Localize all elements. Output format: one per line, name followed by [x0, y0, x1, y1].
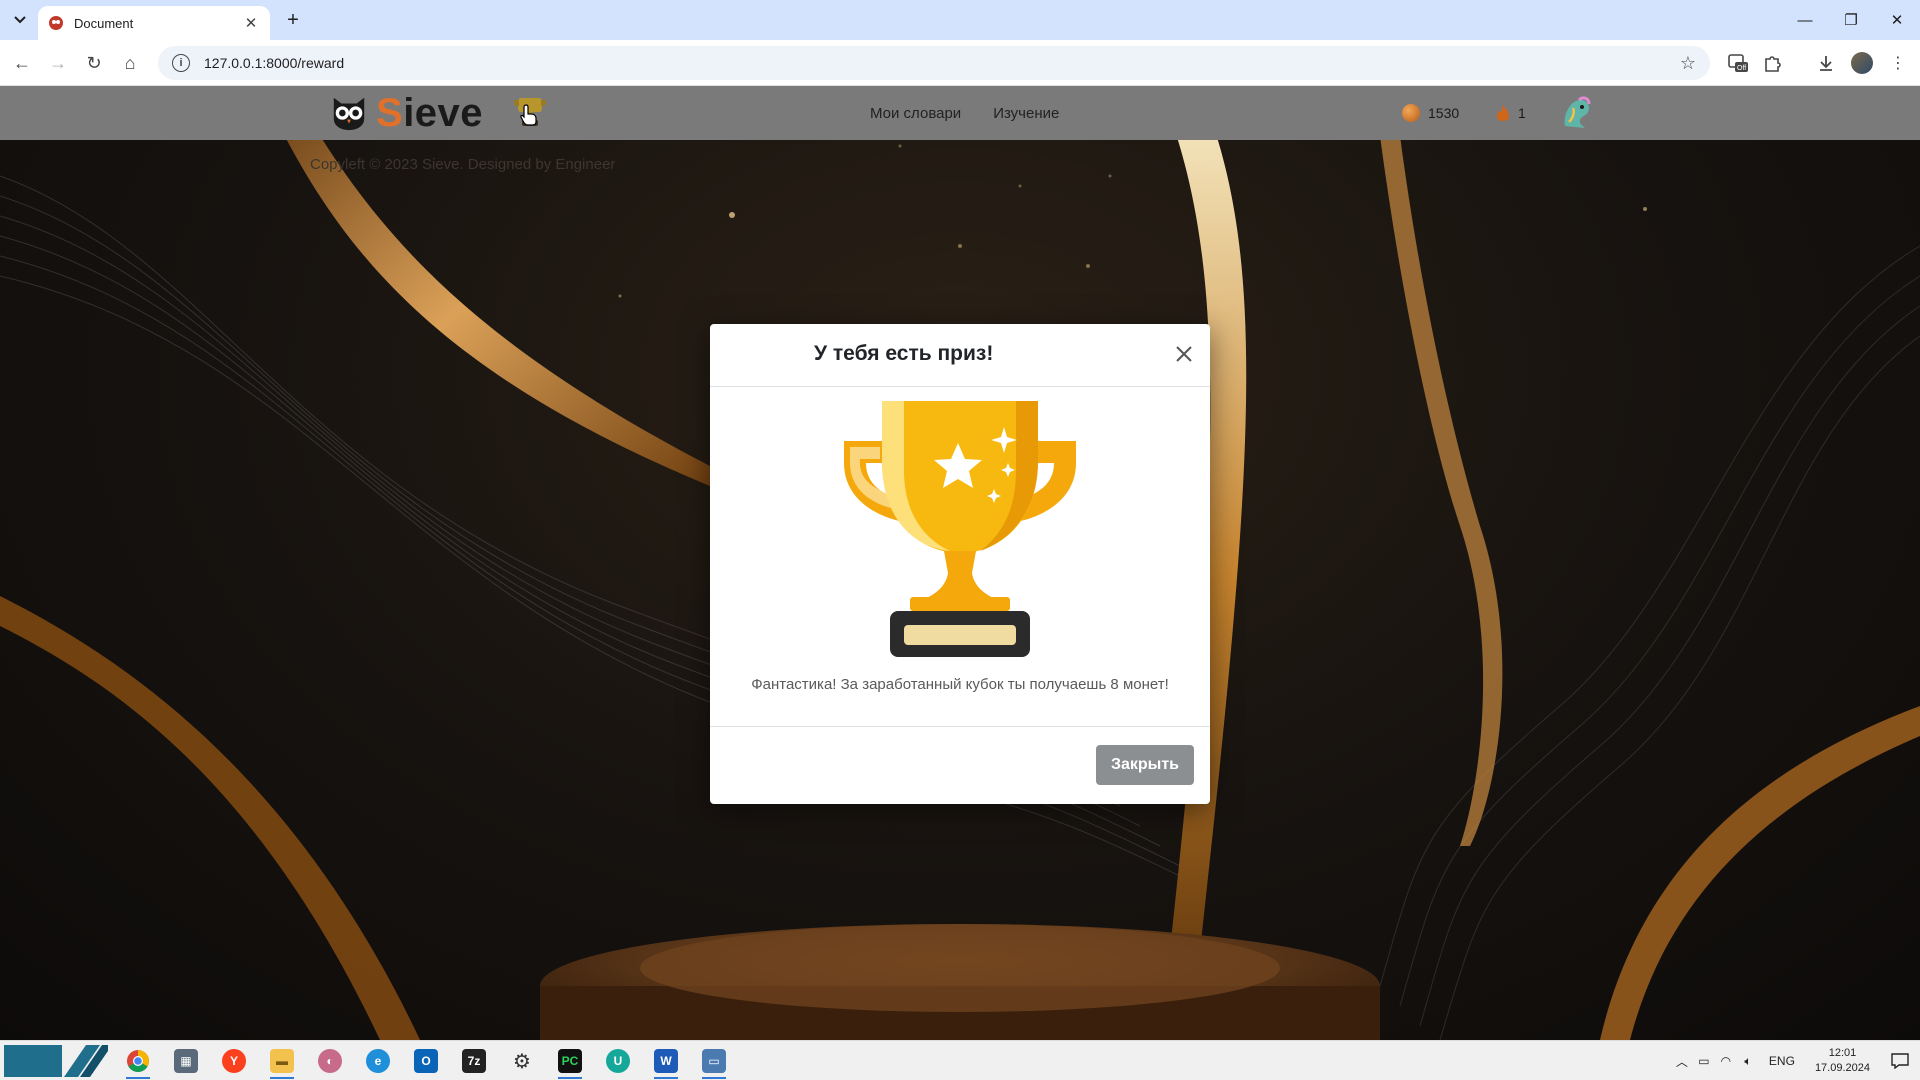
taskbar-edge-icon[interactable]: e — [358, 1043, 398, 1079]
streak-counter: 1 — [1496, 86, 1526, 140]
battery-icon[interactable]: ▭ — [1693, 1041, 1715, 1080]
minimize-icon[interactable]: — — [1782, 0, 1828, 40]
streak-count: 1 — [1518, 105, 1526, 121]
owl-logo-icon — [333, 97, 365, 131]
bookmark-star-icon[interactable]: ☆ — [1680, 53, 1696, 74]
tray-overflow-icon[interactable]: ︿ — [1671, 1041, 1693, 1080]
browser-tab[interactable]: Document ✕ — [38, 6, 270, 40]
tab-close-icon[interactable]: ✕ — [242, 14, 260, 32]
browser-menu-icon[interactable]: ⋮ — [1884, 49, 1912, 77]
taskbar-chrome-icon[interactable] — [118, 1043, 158, 1079]
taskbar-word-icon[interactable]: W — [646, 1043, 686, 1079]
new-tab-icon[interactable]: + — [280, 8, 306, 32]
main-nav: Мои словари Изучение — [870, 86, 1059, 140]
browser-tab-bar: Document ✕ + — ❐ ✕ — [0, 0, 1920, 40]
modal-title: У тебя есть приз! — [814, 342, 994, 365]
taskbar-upwork-icon[interactable]: U — [598, 1043, 638, 1079]
notifications-icon[interactable] — [1880, 1041, 1920, 1080]
coin-counter: 1530 — [1402, 86, 1459, 140]
page: Sieve Мои словари Изучение 1530 1 Copyle… — [0, 86, 1920, 1040]
fire-icon — [1497, 105, 1509, 121]
back-icon[interactable]: ← — [8, 49, 36, 77]
modal-close-icon[interactable] — [1172, 342, 1196, 366]
taskbar: ▦ Y ▬ ◐ e O 7z ⚙ PC U W ▭ ︿ ▭ ◠ 🔈︎ ENG 1… — [0, 1040, 1920, 1080]
wifi-icon[interactable]: ◠ — [1715, 1041, 1737, 1080]
nav-my-dictionaries[interactable]: Мои словари — [870, 105, 961, 122]
reward-modal: У тебя есть приз! Фантастика! За заработ… — [710, 324, 1210, 804]
modal-header: У тебя есть приз! — [710, 324, 1210, 387]
trophy-icon — [844, 401, 1076, 657]
browser-toolbar: ← → ↻ ⌂ i 127.0.0.1:8000/reward ☆ Off ⋮ — [0, 40, 1920, 86]
coin-icon — [1402, 104, 1420, 122]
modal-footer: Закрыть — [710, 727, 1210, 803]
keyboard-language[interactable]: ENG — [1759, 1054, 1805, 1068]
hand-cursor-icon — [520, 104, 537, 126]
download-icon[interactable] — [1812, 49, 1840, 77]
taskbar-7zip-icon[interactable]: 7z — [454, 1043, 494, 1079]
taskbar-image-viewer-icon[interactable]: ▭ — [694, 1043, 734, 1079]
tab-search-icon[interactable] — [6, 8, 34, 32]
reload-icon[interactable]: ↻ — [80, 49, 108, 77]
svg-text:Off: Off — [1737, 65, 1746, 72]
profile-avatar-icon[interactable] — [1848, 49, 1876, 77]
taskbar-yandex-icon[interactable]: Y — [214, 1043, 254, 1079]
clock-date: 17.09.2024 — [1814, 1062, 1870, 1074]
taskbar-outlook-icon[interactable]: O — [406, 1043, 446, 1079]
site-logo[interactable]: Sieve — [330, 90, 484, 135]
clock[interactable]: 12:01 17.09.2024 — [1805, 1046, 1880, 1076]
taskbar-calculator-icon[interactable]: ▦ — [166, 1043, 206, 1079]
copyright-text: Copyleft © 2023 Sieve. Designed by Engin… — [310, 156, 616, 173]
extensions-puzzle-icon[interactable] — [1758, 49, 1786, 77]
window-close-icon[interactable]: ✕ — [1874, 0, 1920, 40]
modal-message: Фантастика! За заработанный кубок ты пол… — [751, 676, 1169, 693]
user-avatar[interactable] — [1555, 92, 1597, 134]
extension-off-icon[interactable]: Off — [1724, 49, 1752, 77]
start-logo-icon[interactable] — [4, 1043, 108, 1079]
clock-time: 12:01 — [1828, 1047, 1857, 1059]
site-header: Sieve Мои словари Изучение 1530 1 — [0, 86, 1920, 140]
nav-learning[interactable]: Изучение — [993, 105, 1059, 122]
site-favicon-icon — [48, 15, 64, 31]
taskbar-paint-icon[interactable]: ◐ — [310, 1043, 350, 1079]
coin-count: 1530 — [1428, 105, 1460, 121]
forward-icon[interactable]: → — [44, 49, 72, 77]
window-controls: — ❐ ✕ — [1782, 0, 1920, 40]
home-icon[interactable]: ⌂ — [116, 49, 144, 77]
restore-icon[interactable]: ❐ — [1828, 0, 1874, 40]
system-tray: ︿ ▭ ◠ 🔈︎ ENG 12:01 17.09.2024 — [1671, 1041, 1920, 1080]
taskbar-settings-icon[interactable]: ⚙ — [502, 1043, 542, 1079]
volume-icon[interactable]: 🔈︎ — [1737, 1041, 1759, 1080]
tab-title: Document — [74, 15, 134, 31]
site-info-icon[interactable]: i — [172, 54, 190, 72]
address-url: 127.0.0.1:8000/reward — [204, 55, 345, 71]
logo-text: Sieve — [376, 90, 484, 135]
taskbar-pycharm-icon[interactable]: PC — [550, 1043, 590, 1079]
taskbar-explorer-icon[interactable]: ▬ — [262, 1043, 302, 1079]
address-bar[interactable]: i 127.0.0.1:8000/reward ☆ — [158, 46, 1710, 80]
close-button[interactable]: Закрыть — [1096, 745, 1194, 785]
modal-body: Фантастика! За заработанный кубок ты пол… — [710, 387, 1210, 727]
